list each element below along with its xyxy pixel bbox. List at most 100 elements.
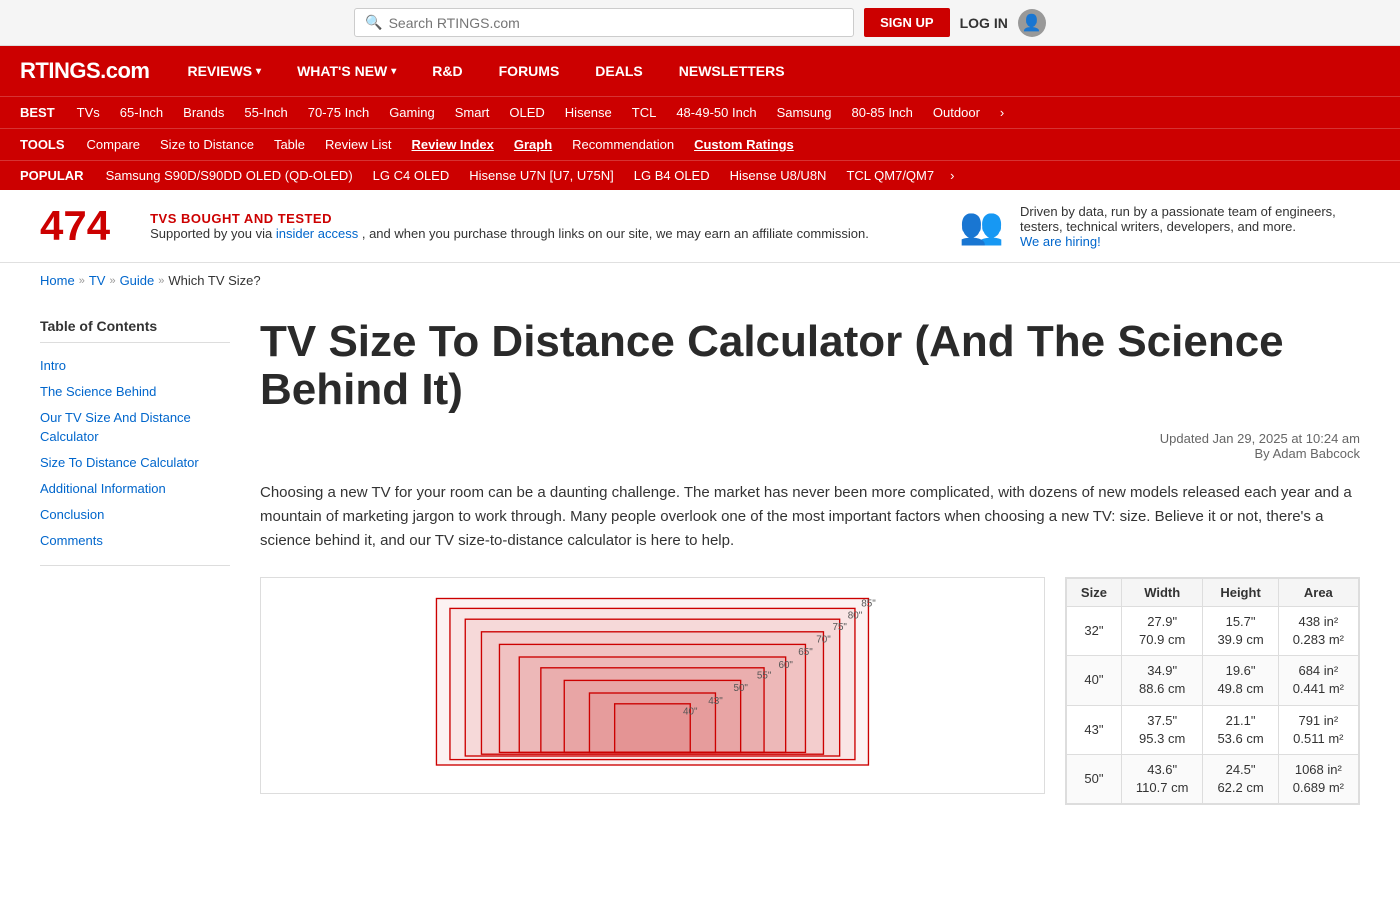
best-tcl[interactable]: TCL xyxy=(622,97,667,128)
article-meta: Updated Jan 29, 2025 at 10:24 am By Adam… xyxy=(260,431,1360,461)
area-32: 438 in²0.283 m² xyxy=(1278,606,1358,655)
area-43: 791 in²0.511 m² xyxy=(1278,705,1358,754)
area-40: 684 in²0.441 m² xyxy=(1278,656,1358,705)
support-suffix: , and when you purchase through links on… xyxy=(362,226,869,241)
best-outdoor[interactable]: Outdoor xyxy=(923,97,990,128)
nav-rd[interactable]: R&D xyxy=(414,47,480,95)
toc-comments[interactable]: Comments xyxy=(40,528,230,554)
toc-intro[interactable]: Intro xyxy=(40,353,230,379)
tool-size-to-distance[interactable]: Size to Distance xyxy=(150,129,264,160)
best-hisense[interactable]: Hisense xyxy=(555,97,622,128)
tv-diagram: 85" 80" 75" 70" 65" 60" xyxy=(260,577,1045,794)
article: TV Size To Distance Calculator (And The … xyxy=(260,318,1360,805)
tool-review-index[interactable]: Review Index xyxy=(402,129,504,160)
size-32: 32" xyxy=(1066,606,1121,655)
best-more[interactable]: › xyxy=(990,97,1014,128)
best-brands[interactable]: Brands xyxy=(173,97,234,128)
hiring-link[interactable]: We are hiring! xyxy=(1020,234,1101,249)
signup-button[interactable]: SIGN UP xyxy=(864,8,949,37)
best-gaming[interactable]: Gaming xyxy=(379,97,445,128)
tool-review-list[interactable]: Review List xyxy=(315,129,401,160)
svg-text:85": 85" xyxy=(861,598,876,609)
popular-lg-c4[interactable]: LG C4 OLED xyxy=(363,161,460,190)
table-row: 32" 27.9"70.9 cm 15.7"39.9 cm 438 in²0.2… xyxy=(1066,606,1358,655)
support-text: Supported by you via xyxy=(150,226,272,241)
insider-access-link[interactable]: insider access xyxy=(276,226,358,241)
tool-custom-ratings[interactable]: Custom Ratings xyxy=(684,129,804,160)
reviews-arrow: ▾ xyxy=(256,66,261,77)
tools-nav: TOOLS Compare Size to Distance Table Rev… xyxy=(0,128,1400,160)
tool-compare[interactable]: Compare xyxy=(77,129,150,160)
best-65inch[interactable]: 65-Inch xyxy=(110,97,173,128)
col-size: Size xyxy=(1066,578,1121,606)
best-nav: BEST TVs 65-Inch Brands 55-Inch 70-75 In… xyxy=(0,96,1400,128)
nav-newsletters[interactable]: NEWSLETTERS xyxy=(661,47,803,95)
toc-size-distance[interactable]: Size To Distance Calculator xyxy=(40,450,230,476)
toc-conclusion[interactable]: Conclusion xyxy=(40,502,230,528)
breadcrumb-tv[interactable]: TV xyxy=(89,273,106,288)
site-logo[interactable]: RTINGS.com xyxy=(20,46,169,96)
tool-graph[interactable]: Graph xyxy=(504,129,562,160)
stats-count: 474 xyxy=(40,202,110,250)
toc-list: Intro The Science Behind Our TV Size And… xyxy=(40,353,230,566)
nav-whats-new[interactable]: WHAT'S NEW ▾ xyxy=(279,47,414,95)
team-icon: 👥 xyxy=(959,205,1004,247)
tool-table[interactable]: Table xyxy=(264,129,315,160)
popular-more-icon[interactable]: › xyxy=(944,161,960,190)
search-icon: 🔍 xyxy=(365,14,382,31)
breadcrumb-home[interactable]: Home xyxy=(40,273,75,288)
main-content: Table of Contents Intro The Science Behi… xyxy=(0,298,1400,825)
login-button[interactable]: LOG IN xyxy=(960,15,1008,31)
popular-tcl-qm7[interactable]: TCL QM7/QM7 xyxy=(836,161,944,190)
best-tvs[interactable]: TVs xyxy=(67,97,110,128)
size-40: 40" xyxy=(1066,656,1121,705)
width-43: 37.5"95.3 cm xyxy=(1121,705,1203,754)
popular-nav: POPULAR Samsung S90D/S90DD OLED (QD-OLED… xyxy=(0,160,1400,190)
search-input[interactable] xyxy=(389,15,844,31)
svg-text:50": 50" xyxy=(733,683,748,694)
updated-date: Updated Jan 29, 2025 at 10:24 am xyxy=(260,431,1360,446)
nav-reviews[interactable]: REVIEWS ▾ xyxy=(169,47,279,95)
nav-deals[interactable]: DEALS xyxy=(577,47,660,95)
size-43: 43" xyxy=(1066,705,1121,754)
popular-hisense-u7n[interactable]: Hisense U7N [U7, U75N] xyxy=(459,161,624,190)
breadcrumb-sep-2: » xyxy=(109,275,115,287)
svg-text:70": 70" xyxy=(816,634,831,645)
author: By Adam Babcock xyxy=(260,446,1360,461)
breadcrumb-sep-3: » xyxy=(158,275,164,287)
best-48-49-50inch[interactable]: 48-49-50 Inch xyxy=(666,97,766,128)
nav-forums[interactable]: FORUMS xyxy=(481,47,578,95)
best-smart[interactable]: Smart xyxy=(445,97,500,128)
height-43: 21.1"53.6 cm xyxy=(1203,705,1278,754)
col-width: Width xyxy=(1121,578,1203,606)
toc-calculator[interactable]: Our TV Size And Distance Calculator xyxy=(40,405,230,449)
breadcrumb-current: Which TV Size? xyxy=(168,273,260,288)
popular-lg-b4[interactable]: LG B4 OLED xyxy=(624,161,720,190)
stats-right: 👥 Driven by data, run by a passionate te… xyxy=(959,204,1360,249)
height-40: 19.6"49.8 cm xyxy=(1203,656,1278,705)
best-oled[interactable]: OLED xyxy=(499,97,554,128)
popular-hisense-u8[interactable]: Hisense U8/U8N xyxy=(720,161,837,190)
size-table: Size Width Height Area 32" 27.9"70.9 cm … xyxy=(1065,577,1360,806)
width-50: 43.6"110.7 cm xyxy=(1121,754,1203,803)
search-container[interactable]: 🔍 xyxy=(354,8,854,37)
best-label: BEST xyxy=(20,97,67,128)
height-50: 24.5"62.2 cm xyxy=(1203,754,1278,803)
breadcrumb-guide[interactable]: Guide xyxy=(120,273,155,288)
best-70-75inch[interactable]: 70-75 Inch xyxy=(298,97,379,128)
popular-samsung-s90d[interactable]: Samsung S90D/S90DD OLED (QD-OLED) xyxy=(96,161,363,190)
width-40: 34.9"88.6 cm xyxy=(1121,656,1203,705)
best-55inch[interactable]: 55-Inch xyxy=(234,97,297,128)
stats-right-text: Driven by data, run by a passionate team… xyxy=(1020,204,1360,249)
breadcrumb-sep-1: » xyxy=(79,275,85,287)
nav-items: REVIEWS ▾ WHAT'S NEW ▾ R&D FORUMS DEALS … xyxy=(169,47,802,95)
tool-recommendation[interactable]: Recommendation xyxy=(562,129,684,160)
best-80-85inch[interactable]: 80-85 Inch xyxy=(841,97,922,128)
toc-additional[interactable]: Additional Information xyxy=(40,476,230,502)
toc-science[interactable]: The Science Behind xyxy=(40,379,230,405)
tv-sizes-svg: 85" 80" 75" 70" 65" 60" xyxy=(277,594,1028,774)
article-title: TV Size To Distance Calculator (And The … xyxy=(260,318,1360,415)
best-samsung[interactable]: Samsung xyxy=(767,97,842,128)
area-50: 1068 in²0.689 m² xyxy=(1278,754,1358,803)
user-icon[interactable]: 👤 xyxy=(1018,9,1046,37)
